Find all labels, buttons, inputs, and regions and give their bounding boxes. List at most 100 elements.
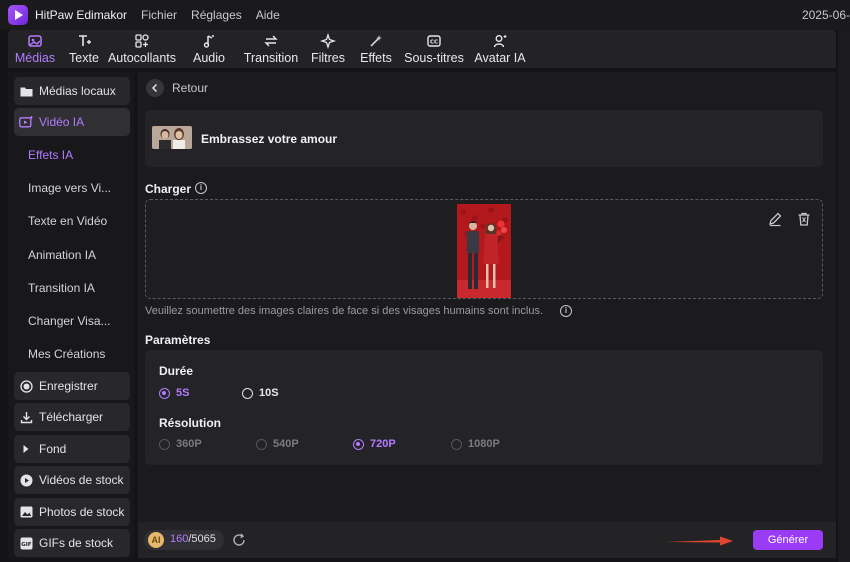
sidebar-item-download[interactable]: Télécharger	[14, 403, 130, 431]
play-circle-icon	[19, 473, 33, 487]
menu-file[interactable]: Fichier	[141, 8, 177, 22]
stickers-icon	[135, 34, 149, 48]
duration-label: Durée	[159, 364, 194, 378]
tab-sous-titres[interactable]: CC Sous-titres	[398, 30, 470, 68]
right-panel-edge	[838, 30, 850, 562]
radio-label: 1080P	[468, 438, 500, 450]
app-window: HitPaw Edimakor Fichier Réglages Aide 20…	[0, 0, 850, 562]
caret-right-icon	[19, 442, 33, 456]
refresh-icon[interactable]	[231, 532, 247, 548]
tab-avatar-ia[interactable]: Avatar IA	[470, 30, 530, 68]
credits-text: 160/5065	[170, 533, 216, 545]
hint-info-icon[interactable]: i	[560, 305, 572, 317]
radio[interactable]	[256, 438, 267, 450]
tab-medias[interactable]: Médias	[8, 30, 62, 68]
uploaded-image	[457, 204, 511, 298]
resolution-option-1080p[interactable]: 1080P	[451, 438, 500, 450]
generate-button[interactable]: Générer	[753, 530, 823, 550]
app-logo-icon	[8, 5, 28, 25]
app-title: HitPaw Edimakor	[35, 8, 128, 22]
tab-label: Transition	[243, 51, 299, 65]
subtitles-icon: CC	[427, 35, 441, 47]
folder-icon	[19, 84, 33, 98]
radio-label: 360P	[176, 438, 202, 450]
radio-label: 540P	[273, 438, 299, 450]
svg-text:GIF: GIF	[21, 542, 32, 548]
duration-option-5s[interactable]: 5S	[159, 387, 189, 399]
sidebar-item-stock-videos[interactable]: Vidéos de stock	[14, 466, 130, 494]
sidebar-item-stock-gifs[interactable]: GIF GIFs de stock	[14, 529, 130, 557]
sidebar-item-label: Enregistrer	[39, 379, 98, 393]
svg-text:CC: CC	[430, 40, 438, 46]
chevron-left-icon	[151, 83, 158, 93]
effects-icon	[370, 35, 382, 47]
duration-option-10s[interactable]: 10S	[242, 387, 279, 399]
radio[interactable]	[451, 438, 462, 450]
effect-thumbnail	[152, 126, 192, 149]
title-bar: HitPaw Edimakor Fichier Réglages Aide 20…	[0, 0, 850, 30]
effect-title: Embrassez votre amour	[201, 132, 338, 146]
tab-effets[interactable]: Effets	[354, 30, 398, 68]
tab-label: Texte	[69, 51, 99, 65]
edit-icon[interactable]	[767, 211, 783, 227]
tab-autocollants[interactable]: Autocollants	[106, 30, 178, 68]
media-icon	[28, 35, 42, 47]
sidebar-item-record[interactable]: Enregistrer	[14, 372, 130, 400]
image-icon	[19, 505, 33, 519]
sidebar-item-background[interactable]: Fond	[14, 435, 130, 463]
tab-label: Effets	[360, 51, 392, 65]
main-toolbar: Médias Texte Autocollants Audio Transiti…	[8, 30, 836, 68]
info-icon[interactable]: i	[195, 182, 207, 194]
sidebar-item-stock-photos[interactable]: Photos de stock	[14, 498, 130, 526]
upload-hint: Veuillez soumettre des images claires de…	[145, 305, 544, 317]
tab-audio[interactable]: Audio	[178, 30, 240, 68]
params-label: Paramètres	[145, 333, 211, 347]
upload-label: Charger	[145, 182, 192, 196]
resolution-option-540p[interactable]: 540P	[256, 438, 299, 450]
radio-selected[interactable]	[353, 438, 364, 450]
sidebar-sub-text-to-video[interactable]: Texte en Vidéo	[28, 214, 128, 228]
sidebar-sub-ai-animation[interactable]: Animation IA	[28, 248, 128, 262]
effect-card: Embrassez votre amour	[145, 110, 823, 167]
sidebar-sub-ai-transition[interactable]: Transition IA	[28, 281, 128, 295]
sidebar-item-label: Fond	[39, 442, 67, 456]
resolution-label: Résolution	[159, 416, 221, 430]
radio-selected[interactable]	[159, 387, 170, 399]
upload-zone[interactable]	[145, 199, 823, 299]
menu-settings[interactable]: Réglages	[191, 8, 242, 22]
sidebar-item-label: Vidéos de stock	[39, 473, 124, 487]
sidebar-sub-face-swap[interactable]: Changer Visa...	[28, 314, 128, 328]
delete-icon[interactable]	[796, 211, 812, 227]
sidebar-sub-ai-effects[interactable]: Effets IA	[28, 148, 128, 162]
filters-icon	[320, 33, 336, 49]
tab-texte[interactable]: Texte	[62, 30, 106, 68]
avatar-icon	[493, 35, 507, 48]
tab-label: Audio	[193, 51, 225, 65]
sidebar-sub-image-to-video[interactable]: Image vers Vi...	[28, 181, 128, 195]
sidebar-item-local-media[interactable]: Médias locaux	[14, 77, 130, 105]
tab-label: Autocollants	[107, 51, 177, 65]
sidebar-item-label: Vidéo IA	[39, 115, 85, 129]
sidebar-item-label: Photos de stock	[39, 505, 125, 519]
sidebar-sub-my-creations[interactable]: Mes Créations	[28, 347, 128, 361]
sidebar: Médias locaux Vidéo IA Effets IA Image v…	[8, 72, 134, 558]
sidebar-item-label: Médias locaux	[39, 84, 116, 98]
radio[interactable]	[242, 387, 253, 399]
audio-icon	[203, 35, 214, 48]
tab-transition[interactable]: Transition	[240, 30, 302, 68]
tab-label: Avatar IA	[474, 51, 526, 65]
back-button[interactable]	[146, 79, 164, 97]
tab-filtres[interactable]: Filtres	[302, 30, 354, 68]
resolution-option-360p[interactable]: 360P	[159, 438, 202, 450]
transition-icon	[264, 35, 278, 47]
sidebar-item-ai-video[interactable]: Vidéo IA	[14, 108, 130, 136]
credits-total: /5065	[188, 533, 216, 545]
back-label[interactable]: Retour	[172, 81, 208, 95]
download-icon	[19, 410, 33, 424]
coin-icon: AI	[148, 532, 164, 548]
resolution-option-720p[interactable]: 720P	[353, 438, 396, 450]
menu-help[interactable]: Aide	[256, 8, 280, 22]
date-label: 2025-06-	[801, 8, 850, 22]
radio-label: 10S	[259, 387, 279, 399]
radio[interactable]	[159, 438, 170, 450]
